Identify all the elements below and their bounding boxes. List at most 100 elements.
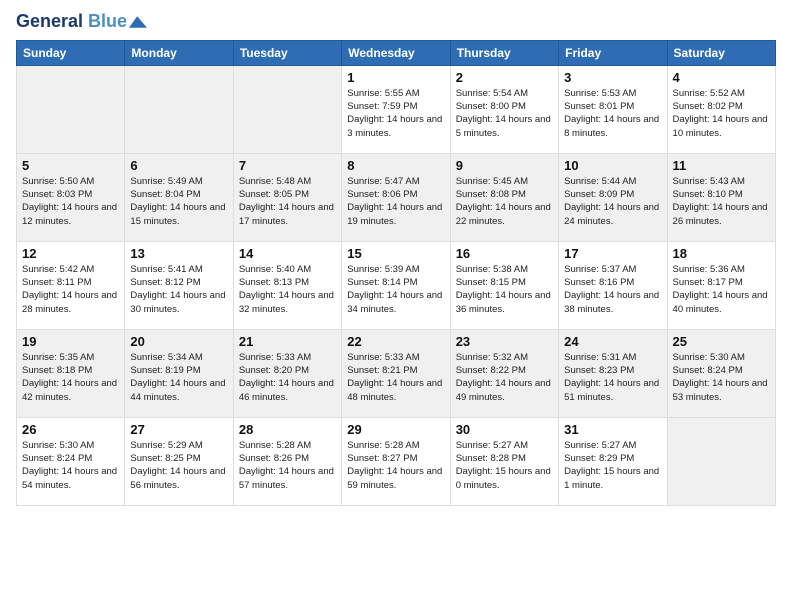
day-info: Sunrise: 5:37 AMSunset: 8:16 PMDaylight:… bbox=[564, 263, 661, 316]
day-number: 8 bbox=[347, 158, 444, 173]
day-number: 23 bbox=[456, 334, 553, 349]
day-number: 12 bbox=[22, 246, 119, 261]
day-number: 14 bbox=[239, 246, 336, 261]
day-cell: 21Sunrise: 5:33 AMSunset: 8:20 PMDayligh… bbox=[233, 329, 341, 417]
day-cell: 1Sunrise: 5:55 AMSunset: 7:59 PMDaylight… bbox=[342, 65, 450, 153]
day-cell: 12 Sunrise: 5:42 AMSunset: 8:11 PMDayligh… bbox=[17, 241, 125, 329]
logo-text: General Blue bbox=[16, 12, 127, 32]
day-number: 15 bbox=[347, 246, 444, 261]
day-info: Sunrise: 5:27 AMSunset: 8:29 PMDaylight:… bbox=[564, 439, 661, 492]
day-number: 11 bbox=[673, 158, 770, 173]
day-number: 31 bbox=[564, 422, 661, 437]
day-cell: 2 Sunrise: 5:54 AMSunset: 8:00 PMDaylight… bbox=[450, 65, 558, 153]
day-info: Sunrise: 5:52 AMSunset: 8:02 PMDaylight:… bbox=[673, 87, 770, 140]
weekday-header: Friday bbox=[559, 40, 667, 65]
empty-cell bbox=[125, 65, 233, 153]
day-info: Sunrise: 5:28 AMSunset: 8:26 PMDaylight:… bbox=[239, 439, 336, 492]
day-number: 25 bbox=[673, 334, 770, 349]
day-cell: 6 Sunrise: 5:49 AMSunset: 8:04 PMDaylight… bbox=[125, 153, 233, 241]
day-info: Sunrise: 5:41 AMSunset: 8:12 PMDaylight:… bbox=[130, 263, 227, 316]
day-cell: 18 Sunrise: 5:36 AMSunset: 8:17 PMDayligh… bbox=[667, 241, 775, 329]
day-info: Sunrise: 5:50 AMSunset: 8:03 PMDaylight:… bbox=[22, 175, 119, 228]
empty-cell bbox=[233, 65, 341, 153]
day-number: 18 bbox=[673, 246, 770, 261]
day-number: 2 bbox=[456, 70, 553, 85]
logo: General Blue bbox=[16, 12, 147, 32]
calendar-week-row: 26Sunrise: 5:30 AMSunset: 8:24 PMDayligh… bbox=[17, 417, 776, 505]
day-info: Sunrise: 5:29 AMSunset: 8:25 PMDaylight:… bbox=[130, 439, 227, 492]
day-info: Sunrise: 5:40 AMSunset: 8:13 PMDaylight:… bbox=[239, 263, 336, 316]
day-info: Sunrise: 5:42 AMSunset: 8:11 PMDaylight:… bbox=[22, 263, 119, 316]
calendar-header-row: SundayMondayTuesdayWednesdayThursdayFrid… bbox=[17, 40, 776, 65]
day-number: 10 bbox=[564, 158, 661, 173]
day-info: Sunrise: 5:35 AMSunset: 8:18 PMDaylight:… bbox=[22, 351, 119, 404]
day-cell: 22 Sunrise: 5:33 AMSunset: 8:21 PMDayligh… bbox=[342, 329, 450, 417]
day-info: Sunrise: 5:34 AMSunset: 8:19 PMDaylight:… bbox=[130, 351, 227, 404]
day-info: Sunrise: 5:45 AMSunset: 8:08 PMDaylight:… bbox=[456, 175, 553, 228]
day-cell: 30 Sunrise: 5:27 AMSunset: 8:28 PMDayligh… bbox=[450, 417, 558, 505]
day-info: Sunrise: 5:33 AMSunset: 8:21 PMDaylight:… bbox=[347, 351, 444, 404]
day-number: 9 bbox=[456, 158, 553, 173]
day-info: Sunrise: 5:39 AMSunset: 8:14 PMDaylight:… bbox=[347, 263, 444, 316]
weekday-header: Tuesday bbox=[233, 40, 341, 65]
weekday-header: Thursday bbox=[450, 40, 558, 65]
day-info: Sunrise: 5:53 AMSunset: 8:01 PMDaylight:… bbox=[564, 87, 661, 140]
day-number: 22 bbox=[347, 334, 444, 349]
day-cell: 24Sunrise: 5:31 AMSunset: 8:23 PMDayligh… bbox=[559, 329, 667, 417]
weekday-header: Saturday bbox=[667, 40, 775, 65]
day-cell: 13 Sunrise: 5:41 AMSunset: 8:12 PMDayligh… bbox=[125, 241, 233, 329]
day-number: 6 bbox=[130, 158, 227, 173]
day-number: 13 bbox=[130, 246, 227, 261]
day-number: 20 bbox=[130, 334, 227, 349]
day-number: 16 bbox=[456, 246, 553, 261]
day-cell: 4 Sunrise: 5:52 AMSunset: 8:02 PMDaylight… bbox=[667, 65, 775, 153]
day-cell: 14 Sunrise: 5:40 AMSunset: 8:13 PMDayligh… bbox=[233, 241, 341, 329]
day-cell: 31 Sunrise: 5:27 AMSunset: 8:29 PMDayligh… bbox=[559, 417, 667, 505]
day-number: 24 bbox=[564, 334, 661, 349]
weekday-header: Sunday bbox=[17, 40, 125, 65]
day-number: 30 bbox=[456, 422, 553, 437]
day-info: Sunrise: 5:28 AMSunset: 8:27 PMDaylight:… bbox=[347, 439, 444, 492]
day-cell: 11 Sunrise: 5:43 AMSunset: 8:10 PMDayligh… bbox=[667, 153, 775, 241]
day-info: Sunrise: 5:44 AMSunset: 8:09 PMDaylight:… bbox=[564, 175, 661, 228]
day-number: 27 bbox=[130, 422, 227, 437]
day-cell: 8Sunrise: 5:47 AMSunset: 8:06 PMDaylight… bbox=[342, 153, 450, 241]
calendar-week-row: 12 Sunrise: 5:42 AMSunset: 8:11 PMDayligh… bbox=[17, 241, 776, 329]
logo-icon bbox=[129, 16, 147, 28]
day-info: Sunrise: 5:32 AMSunset: 8:22 PMDaylight:… bbox=[456, 351, 553, 404]
page: General Blue SundayMondayTuesdayWednesda… bbox=[0, 0, 792, 612]
day-info: Sunrise: 5:55 AMSunset: 7:59 PMDaylight:… bbox=[347, 87, 444, 140]
day-cell: 16 Sunrise: 5:38 AMSunset: 8:15 PMDayligh… bbox=[450, 241, 558, 329]
day-info: Sunrise: 5:30 AMSunset: 8:24 PMDaylight:… bbox=[673, 351, 770, 404]
day-number: 28 bbox=[239, 422, 336, 437]
day-cell: 26Sunrise: 5:30 AMSunset: 8:24 PMDayligh… bbox=[17, 417, 125, 505]
calendar-week-row: 5Sunrise: 5:50 AMSunset: 8:03 PMDaylight… bbox=[17, 153, 776, 241]
day-number: 7 bbox=[239, 158, 336, 173]
day-info: Sunrise: 5:38 AMSunset: 8:15 PMDaylight:… bbox=[456, 263, 553, 316]
day-cell: 15 Sunrise: 5:39 AMSunset: 8:14 PMDayligh… bbox=[342, 241, 450, 329]
day-number: 29 bbox=[347, 422, 444, 437]
day-cell: 20 Sunrise: 5:34 AMSunset: 8:19 PMDayligh… bbox=[125, 329, 233, 417]
day-info: Sunrise: 5:49 AMSunset: 8:04 PMDaylight:… bbox=[130, 175, 227, 228]
day-cell: 9 Sunrise: 5:45 AMSunset: 8:08 PMDaylight… bbox=[450, 153, 558, 241]
day-cell: 10 Sunrise: 5:44 AMSunset: 8:09 PMDayligh… bbox=[559, 153, 667, 241]
day-number: 26 bbox=[22, 422, 119, 437]
weekday-header: Monday bbox=[125, 40, 233, 65]
empty-cell bbox=[667, 417, 775, 505]
calendar-body: 1Sunrise: 5:55 AMSunset: 7:59 PMDaylight… bbox=[17, 65, 776, 505]
day-number: 3 bbox=[564, 70, 661, 85]
day-cell: 19Sunrise: 5:35 AMSunset: 8:18 PMDayligh… bbox=[17, 329, 125, 417]
day-cell: 29 Sunrise: 5:28 AMSunset: 8:27 PMDayligh… bbox=[342, 417, 450, 505]
day-cell: 28 Sunrise: 5:28 AMSunset: 8:26 PMDayligh… bbox=[233, 417, 341, 505]
day-info: Sunrise: 5:54 AMSunset: 8:00 PMDaylight:… bbox=[456, 87, 553, 140]
day-cell: 5Sunrise: 5:50 AMSunset: 8:03 PMDaylight… bbox=[17, 153, 125, 241]
day-info: Sunrise: 5:36 AMSunset: 8:17 PMDaylight:… bbox=[673, 263, 770, 316]
day-number: 4 bbox=[673, 70, 770, 85]
day-info: Sunrise: 5:43 AMSunset: 8:10 PMDaylight:… bbox=[673, 175, 770, 228]
day-info: Sunrise: 5:27 AMSunset: 8:28 PMDaylight:… bbox=[456, 439, 553, 492]
day-cell: 27 Sunrise: 5:29 AMSunset: 8:25 PMDayligh… bbox=[125, 417, 233, 505]
day-cell: 7Sunrise: 5:48 AMSunset: 8:05 PMDaylight… bbox=[233, 153, 341, 241]
weekday-header: Wednesday bbox=[342, 40, 450, 65]
header: General Blue bbox=[16, 12, 776, 32]
day-cell: 23 Sunrise: 5:32 AMSunset: 8:22 PMDayligh… bbox=[450, 329, 558, 417]
